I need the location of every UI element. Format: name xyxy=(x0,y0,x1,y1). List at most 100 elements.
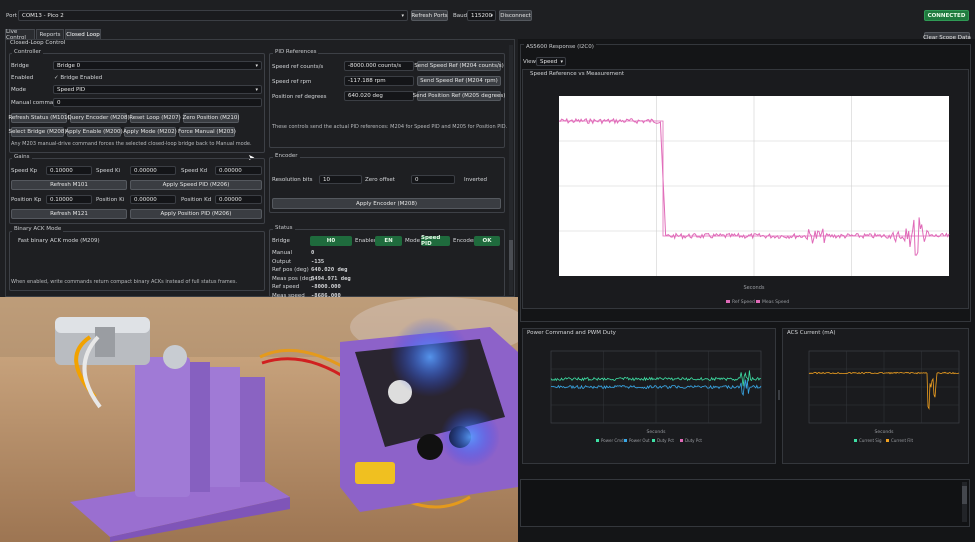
legend-label: Ref Speed xyxy=(732,299,755,305)
gains-title: Gains xyxy=(12,154,32,160)
status-enabled-badge: EN xyxy=(375,236,402,246)
chevron-down-icon: ▾ xyxy=(560,59,563,65)
legend-swatch xyxy=(756,300,760,303)
legend-swatch xyxy=(652,439,655,442)
position-kp-input[interactable]: 0.10000 xyxy=(46,195,92,204)
tab-closed-loop[interactable]: Closed Loop xyxy=(65,29,101,39)
speed-kd-input[interactable]: 0.00000 xyxy=(215,166,262,175)
port-value: COM13 - Pico 2 xyxy=(22,12,64,19)
power-xlabel: Seconds xyxy=(647,429,667,435)
speed-chart-panel: Speed Reference vs Measurement Seconds Re… xyxy=(522,69,969,309)
as5600-title: AS5600 Response (I2C0) xyxy=(524,44,596,50)
refresh-status-button[interactable]: Refresh Status (M101) xyxy=(8,113,70,123)
apply-encoder-button[interactable]: Apply Encoder (M208) xyxy=(272,198,501,209)
refresh-m121-button[interactable]: Refresh M121 xyxy=(11,209,127,219)
disconnect-button[interactable]: Disconnect xyxy=(499,10,532,21)
apply-enable-button[interactable]: Apply Enable (M200) xyxy=(65,127,123,137)
mode-value: Speed PID xyxy=(57,86,86,93)
status-encoder-badge: OK xyxy=(474,236,500,246)
controller-note: Any M203 manual-drive command forces the… xyxy=(11,141,252,147)
view-value: Speed xyxy=(540,58,558,65)
panel-scrollbar[interactable] xyxy=(509,45,513,295)
tab-reports[interactable]: Reports xyxy=(36,29,64,39)
legend-label: Power Cmd xyxy=(601,438,624,443)
console-log[interactable] xyxy=(520,479,970,527)
tab-live-control[interactable]: Live Control xyxy=(5,29,35,41)
legend-label: Duty Pct xyxy=(685,438,702,443)
status-mode-label: Mode xyxy=(405,238,420,244)
apply-speed-pid-button[interactable]: Apply Speed PID (M206) xyxy=(130,180,262,190)
status-enabled-label: Enabled xyxy=(355,238,378,244)
bridge-enabled-checkbox[interactable]: ✓ Bridge Enabled xyxy=(54,75,102,81)
speed-kp-label: Speed Kp xyxy=(11,168,38,174)
speed-ref-counts-label: Speed ref counts/s xyxy=(272,64,324,70)
refresh-ports-button[interactable]: Refresh Ports xyxy=(411,10,448,21)
speed-ref-rpm-label: Speed ref rpm xyxy=(272,79,312,85)
status-row-label: Ref speed xyxy=(272,284,300,290)
legend-swatch xyxy=(854,439,857,442)
mode-select[interactable]: Speed PID ▾ xyxy=(53,85,262,94)
reset-loop-button[interactable]: Reset Loop (M207) xyxy=(129,113,181,123)
position-kd-input[interactable]: 0.00000 xyxy=(215,195,262,204)
status-row-label: Manual xyxy=(272,250,292,256)
chevron-down-icon: ▾ xyxy=(255,87,258,93)
port-select[interactable]: COM13 - Pico 2 ▾ xyxy=(18,10,408,21)
bridge-label: Bridge xyxy=(11,63,29,69)
encoder-title: Encoder xyxy=(273,153,300,159)
query-encoder-button[interactable]: Query Encoder (M208) xyxy=(67,113,130,123)
bridge-value: Bridge 0 xyxy=(57,62,81,69)
zero-offset-label: Zero offset xyxy=(365,177,395,183)
status-row-value: 5494.971 deg xyxy=(311,275,351,282)
manual-command-input[interactable]: 0 xyxy=(53,98,262,107)
status-title: Status xyxy=(273,225,295,231)
view-select[interactable]: Speed ▾ xyxy=(536,57,566,66)
resolution-bits-input[interactable]: 10 xyxy=(319,175,362,184)
binary-ack-checkbox[interactable]: Fast binary ACK mode (M209) xyxy=(18,238,100,244)
pid-references-title: PID References xyxy=(273,49,319,55)
bridge-select[interactable]: Bridge 0 ▾ xyxy=(53,61,262,70)
hardware-photo-illustration xyxy=(0,297,518,542)
status-bridge-label: Bridge xyxy=(272,238,290,244)
speed-kp-input[interactable]: 0.10000 xyxy=(46,166,92,175)
legend-swatch xyxy=(624,439,627,442)
legend-label: Power Out xyxy=(629,438,650,443)
send-speed-ref-rpm-button[interactable]: Send Speed Ref (M204 rpm) xyxy=(417,76,501,86)
view-label: View xyxy=(523,59,537,65)
send-speed-ref-counts-button[interactable]: Send Speed Ref (M204 counts/s) xyxy=(414,61,504,71)
apply-mode-button[interactable]: Apply Mode (M202) xyxy=(123,127,177,137)
pid-references-note: These controls send the actual PID refer… xyxy=(272,124,508,130)
baud-select[interactable]: 115200 ▾ xyxy=(467,10,496,21)
chevron-down-icon: ▾ xyxy=(401,13,404,19)
mode-label: Mode xyxy=(11,87,26,93)
status-row-value: -135 xyxy=(311,258,325,265)
speed-ki-label: Speed Ki xyxy=(96,168,121,174)
speed-xlabel: Seconds xyxy=(743,285,764,291)
speed-ki-input[interactable]: 0.00000 xyxy=(130,166,176,175)
legend-swatch xyxy=(726,300,730,303)
send-position-ref-button[interactable]: Send Position Ref (M205 degrees) xyxy=(413,91,505,101)
splitter-handle[interactable] xyxy=(778,390,780,400)
chevron-down-icon: ▾ xyxy=(490,13,493,19)
legend-label: Current Filt xyxy=(891,438,914,443)
console-scrollbar[interactable] xyxy=(962,482,967,522)
inverted-checkbox[interactable]: Inverted xyxy=(464,177,487,183)
legend-label: Duty Pct xyxy=(657,438,674,443)
position-ki-input[interactable]: 0.00000 xyxy=(130,195,176,204)
force-manual-button[interactable]: Force Manual (M203) xyxy=(178,127,236,137)
refresh-m101-button[interactable]: Refresh M101 xyxy=(11,180,127,190)
zero-position-button[interactable]: Zero Position (M210) xyxy=(182,113,240,123)
speed-chart-svg: Seconds Ref Speed Meas Speed xyxy=(558,96,950,305)
acs-xlabel: Seconds xyxy=(875,429,895,435)
acs-chart-panel: ACS Current (mA) Seconds Current Sig Curre… xyxy=(782,328,969,464)
camera-photo xyxy=(0,297,518,542)
speed-ref-rpm-input[interactable]: -117.188 rpm xyxy=(344,76,414,86)
binary-ack-note: When enabled, write commands return comp… xyxy=(11,279,238,285)
position-ref-input[interactable]: 640.020 deg xyxy=(344,91,414,101)
position-ki-label: Position Ki xyxy=(96,197,125,203)
apply-position-pid-button[interactable]: Apply Position PID (M206) xyxy=(130,209,262,219)
select-bridge-button[interactable]: Select Bridge (M208) xyxy=(9,127,66,137)
power-chart-svg: Seconds Power Cmd Power Out Duty Pct Duty Pc… xyxy=(550,350,762,443)
status-row-label: Output xyxy=(272,258,292,265)
speed-ref-counts-input[interactable]: -8000.000 counts/s xyxy=(344,61,414,71)
zero-offset-input[interactable]: 0 xyxy=(411,175,455,184)
